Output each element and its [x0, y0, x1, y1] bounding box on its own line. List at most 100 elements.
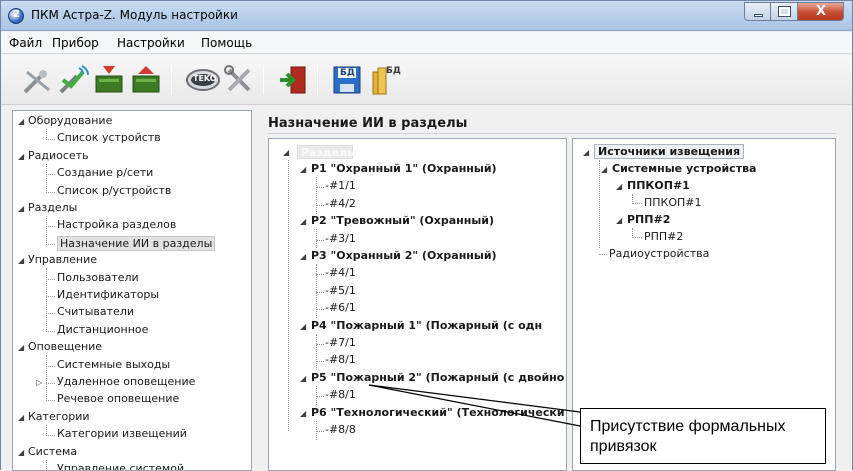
db-save-button[interactable]: БД	[331, 64, 363, 96]
close-icon: X	[816, 4, 827, 19]
collapse-arrow-icon[interactable]: ◢	[616, 182, 622, 191]
nav-tree-item[interactable]: Список р/устройств	[57, 184, 171, 197]
maximize-button[interactable]	[771, 2, 798, 21]
antenna-wireless-button[interactable]	[57, 64, 89, 96]
sensor-binding-node[interactable]: -#1/1	[325, 179, 356, 192]
collapse-arrow-icon[interactable]: ◢	[18, 204, 24, 213]
tree-line	[316, 229, 317, 249]
section-node[interactable]: P2 "Тревожный" (Охранный)	[311, 214, 494, 227]
close-button[interactable]: X	[798, 2, 844, 21]
tree-line	[46, 174, 55, 176]
collapse-arrow-icon[interactable]: ◢	[300, 409, 306, 418]
antenna-off-button[interactable]	[21, 64, 53, 96]
nav-tree-item[interactable]: Идентификаторы	[57, 288, 159, 301]
navigation-tree[interactable]: ◢ Оборудование Список устройств ◢ Радиосеть С…	[12, 110, 252, 471]
db-open-button[interactable]: БД	[371, 64, 403, 96]
collapse-arrow-icon[interactable]: ◢	[616, 216, 622, 225]
nav-tree-item[interactable]: Оповещение	[28, 340, 102, 353]
ppkop-child-node[interactable]: ППКОП#1	[644, 196, 702, 209]
collapse-arrow-icon[interactable]: ◢	[18, 117, 24, 126]
tree-line	[46, 296, 55, 297]
device-read-button[interactable]	[93, 64, 125, 96]
collapse-arrow-icon[interactable]: ◢	[18, 343, 24, 352]
nav-tree-item[interactable]: Считыватели	[57, 305, 134, 318]
menu-file[interactable]: Файл	[9, 36, 42, 50]
sensor-binding-node[interactable]: -#7/1	[325, 336, 356, 349]
radio-devices-node[interactable]: Радиоустройства	[609, 247, 709, 260]
collapse-arrow-icon[interactable]: ◢	[300, 165, 306, 174]
nav-tree-item[interactable]: Радиосеть	[28, 149, 89, 162]
nav-tree-item[interactable]: Система	[28, 445, 77, 458]
toolbar: TEKO БД БД	[1, 55, 852, 105]
nav-tree-item[interactable]: Назначение ИИ в разделы	[57, 235, 216, 251]
system-devices-node[interactable]: Системные устройства	[612, 162, 756, 175]
section-node[interactable]: P4 "Пожарный 1" (Пожарный (с одн	[311, 319, 542, 332]
title-bar[interactable]: ПКМ Астра-Z. Модуль настройки X	[1, 1, 852, 31]
sensor-binding-node[interactable]: -#3/1	[325, 232, 356, 245]
nav-tree-item[interactable]: Пользователи	[57, 271, 139, 284]
nav-tree-item[interactable]: Категории	[28, 410, 90, 423]
sensor-binding-node[interactable]: -#4/2	[325, 197, 356, 210]
tree-line	[632, 237, 642, 238]
collapse-arrow-icon[interactable]: ◢	[283, 148, 289, 157]
sections-tree[interactable]: ◢ Разделы ◢ P1 "Охранный 1" (Охранный) -#1…	[268, 138, 567, 471]
collapse-arrow-icon[interactable]: ◢	[300, 217, 306, 226]
nav-tree-item[interactable]: Системные выходы	[57, 358, 170, 371]
sources-root[interactable]: Источники извещения	[594, 144, 745, 159]
collapse-arrow-icon[interactable]: ◢	[300, 252, 306, 261]
tools-icon	[224, 65, 251, 92]
nav-tree-item[interactable]: Оборудование	[28, 114, 112, 127]
nav-tree-item[interactable]: Категории извещений	[57, 427, 187, 440]
antenna-wireless-icon	[59, 65, 89, 94]
toolbar-separator	[171, 65, 172, 95]
collapse-arrow-icon[interactable]: ◢	[601, 165, 607, 174]
tools-button[interactable]	[223, 64, 255, 96]
section-node[interactable]: P1 "Охранный 1" (Охранный)	[311, 162, 497, 175]
exit-button[interactable]	[277, 64, 309, 96]
collapse-arrow-icon[interactable]: ◢	[18, 413, 24, 422]
collapse-arrow-icon[interactable]: ◢	[18, 152, 24, 161]
sections-root[interactable]: Разделы	[297, 145, 357, 159]
tree-line	[316, 239, 324, 241]
tree-line	[46, 129, 47, 141]
sensor-binding-node[interactable]: -#8/8	[325, 423, 356, 436]
minimize-button[interactable]	[744, 2, 771, 21]
sensor-binding-node[interactable]: -#8/1	[325, 353, 356, 366]
expand-arrow-icon[interactable]: ▷	[36, 378, 42, 387]
nav-tree-item[interactable]: Дистанционное	[57, 323, 148, 336]
nav-tree-item[interactable]: Настройка разделов	[57, 218, 176, 231]
tree-line	[316, 333, 317, 371]
section-node[interactable]: P3 "Охранный 2" (Охранный)	[311, 249, 497, 262]
tree-line	[316, 431, 324, 432]
rpp-node[interactable]: РПП#2	[627, 213, 670, 226]
rpp-child-node[interactable]: РПП#2	[644, 230, 683, 243]
nav-tree-item[interactable]: Создание р/сети	[57, 166, 153, 179]
menu-device[interactable]: Прибор	[52, 36, 99, 50]
section-node[interactable]: P6 "Технологический" (Технологически	[311, 406, 565, 419]
nav-tree-item[interactable]: Удаленное оповещение	[57, 375, 195, 388]
teko-button[interactable]: TEKO	[185, 64, 221, 96]
device-write-icon	[132, 66, 160, 93]
ppkop-node[interactable]: ППКОП#1	[627, 179, 690, 192]
sensor-binding-node[interactable]: -#4/1	[325, 266, 356, 279]
nav-tree-item[interactable]: Список устройств	[57, 131, 161, 144]
sensor-binding-node[interactable]: -#6/1	[325, 301, 356, 314]
nav-tree-item[interactable]: Управление	[28, 253, 97, 266]
collapse-arrow-icon[interactable]: ◢	[300, 322, 306, 331]
menu-help[interactable]: Помощь	[201, 36, 252, 50]
device-write-button[interactable]	[130, 64, 162, 96]
sensor-binding-node[interactable]: -#5/1	[325, 284, 356, 297]
tree-line	[46, 383, 55, 384]
collapse-arrow-icon[interactable]: ◢	[18, 256, 24, 265]
collapse-arrow-icon[interactable]: ◢	[583, 148, 589, 157]
collapse-arrow-icon[interactable]: ◢	[300, 374, 306, 383]
nav-tree-item[interactable]: Речевое оповещение	[57, 392, 179, 405]
tree-line	[316, 309, 324, 311]
section-node[interactable]: P5 "Пожарный 2" (Пожарный (с двойно	[311, 371, 564, 384]
tree-line	[46, 330, 55, 332]
tree-line	[599, 160, 600, 248]
menu-settings[interactable]: Настройки	[117, 36, 185, 50]
sensor-binding-node[interactable]: -#8/1	[325, 388, 356, 401]
nav-tree-item[interactable]: Разделы	[28, 201, 77, 214]
collapse-arrow-icon[interactable]: ◢	[18, 448, 24, 457]
